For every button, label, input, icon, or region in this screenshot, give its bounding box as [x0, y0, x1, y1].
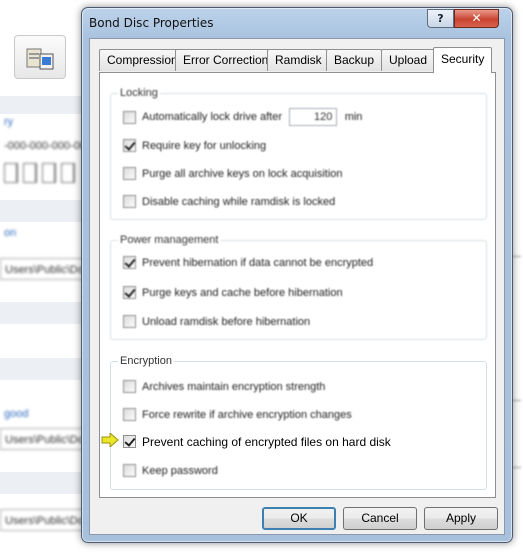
toolbar-properties-button[interactable]	[14, 35, 66, 79]
background-link[interactable]: ry	[0, 111, 90, 133]
ok-button[interactable]: OK	[262, 507, 336, 530]
tab-backup[interactable]: Backup	[326, 49, 383, 71]
locking-group-label: Locking	[118, 86, 160, 100]
maintain-strength-checkbox[interactable]	[123, 380, 136, 394]
purge-before-hibernation-option[interactable]: Purge keys and cache before hibernation	[123, 285, 343, 300]
prevent-caching-checkbox[interactable]	[123, 435, 136, 449]
auto-lock-minutes-input[interactable]: 120	[289, 108, 338, 126]
encryption-group-label: Encryption	[118, 354, 174, 368]
keep-password-checkbox[interactable]	[123, 464, 136, 478]
unload-ramdisk-checkbox[interactable]	[123, 315, 136, 329]
tab-upload[interactable]: Upload	[381, 49, 436, 71]
force-rewrite-option[interactable]: Force rewrite if archive encryption chan…	[123, 407, 352, 422]
apply-button[interactable]: Apply	[424, 507, 498, 530]
background-path-field[interactable]: Users\Public\Do	[0, 428, 90, 450]
power-management-group: Power management Prevent hibernation if …	[110, 233, 487, 340]
auto-lock-option[interactable]: Automatically lock drive after 120 min	[123, 108, 362, 126]
force-rewrite-label: Force rewrite if archive encryption chan…	[142, 408, 352, 421]
background-band	[0, 472, 90, 494]
close-icon: ✕	[471, 11, 482, 25]
purge-before-hibernation-label: Purge keys and cache before hibernation	[142, 286, 343, 299]
background-path-field[interactable]: Users\Public\Do	[0, 509, 90, 531]
unload-ramdisk-label: Unload ramdisk before hibernation	[142, 315, 311, 328]
maintain-strength-label: Archives maintain encryption strength	[142, 380, 326, 393]
tab-error-correction[interactable]: Error Correction	[175, 49, 277, 71]
window-title: Bond Disc Properties	[89, 16, 214, 30]
background-band	[0, 358, 90, 380]
tab-security[interactable]: Security	[433, 47, 493, 73]
help-icon: ?	[437, 12, 444, 25]
locking-group: Locking Automatically lock drive after 1…	[110, 86, 487, 220]
disable-caching-checkbox[interactable]	[123, 195, 136, 209]
tab-compression[interactable]: Compression	[99, 49, 186, 71]
auto-lock-unit: min	[344, 111, 363, 123]
tab-ramdisk[interactable]: Ramdisk	[267, 49, 330, 71]
background-text: -000-000-000-00	[4, 140, 86, 152]
disable-caching-option[interactable]: Disable caching while ramdisk is locked	[123, 194, 336, 209]
background-checkbox-row	[4, 163, 80, 186]
force-rewrite-checkbox[interactable]	[123, 408, 136, 422]
require-key-label: Require key for unlocking	[142, 139, 267, 152]
prevent-hibernation-checkbox[interactable]	[123, 256, 136, 270]
prevent-hibernation-label: Prevent hibernation if data cannot be en…	[142, 256, 374, 269]
disable-caching-label: Disable caching while ramdisk is locked	[142, 195, 336, 208]
prevent-hibernation-option[interactable]: Prevent hibernation if data cannot be en…	[123, 255, 374, 270]
purge-keys-label: Purge all archive keys on lock acquisiti…	[142, 167, 343, 180]
purge-keys-option[interactable]: Purge all archive keys on lock acquisiti…	[123, 166, 343, 181]
auto-lock-label: Automatically lock drive after	[142, 111, 282, 123]
properties-dialog: Bond Disc Properties ? ✕ Compression Err…	[81, 7, 513, 543]
background-link[interactable]: on	[0, 222, 90, 244]
keep-password-option[interactable]: Keep password	[123, 463, 218, 478]
prevent-caching-label: Prevent caching of encrypted files on ha…	[142, 434, 391, 449]
properties-icon	[26, 48, 54, 70]
maintain-strength-option[interactable]: Archives maintain encryption strength	[123, 379, 326, 394]
background-path-field[interactable]: Users\Public\Do	[0, 258, 90, 280]
require-key-checkbox[interactable]	[123, 139, 136, 153]
purge-before-hibernation-checkbox[interactable]	[123, 286, 136, 300]
auto-lock-checkbox[interactable]	[123, 110, 136, 124]
unload-ramdisk-option[interactable]: Unload ramdisk before hibernation	[123, 314, 311, 329]
dialog-client-area: Compression Error Correction Ramdisk Bac…	[89, 38, 505, 535]
help-button[interactable]: ?	[427, 9, 454, 28]
background-band	[0, 200, 90, 222]
purge-keys-checkbox[interactable]	[123, 167, 136, 181]
keep-password-label: Keep password	[142, 464, 218, 477]
encryption-group: Encryption Archives maintain encryption …	[101, 354, 487, 490]
cancel-button[interactable]: Cancel	[343, 507, 417, 530]
close-button[interactable]: ✕	[454, 9, 499, 28]
require-key-option[interactable]: Require key for unlocking	[123, 138, 267, 153]
prevent-caching-option[interactable]: Prevent caching of encrypted files on ha…	[101, 433, 391, 449]
power-management-group-label: Power management	[118, 233, 221, 247]
background-band	[0, 302, 90, 324]
highlight-arrow-icon	[101, 433, 119, 447]
background-link[interactable]: good	[0, 403, 90, 425]
security-tab-page: Locking Automatically lock drive after 1…	[99, 72, 496, 498]
